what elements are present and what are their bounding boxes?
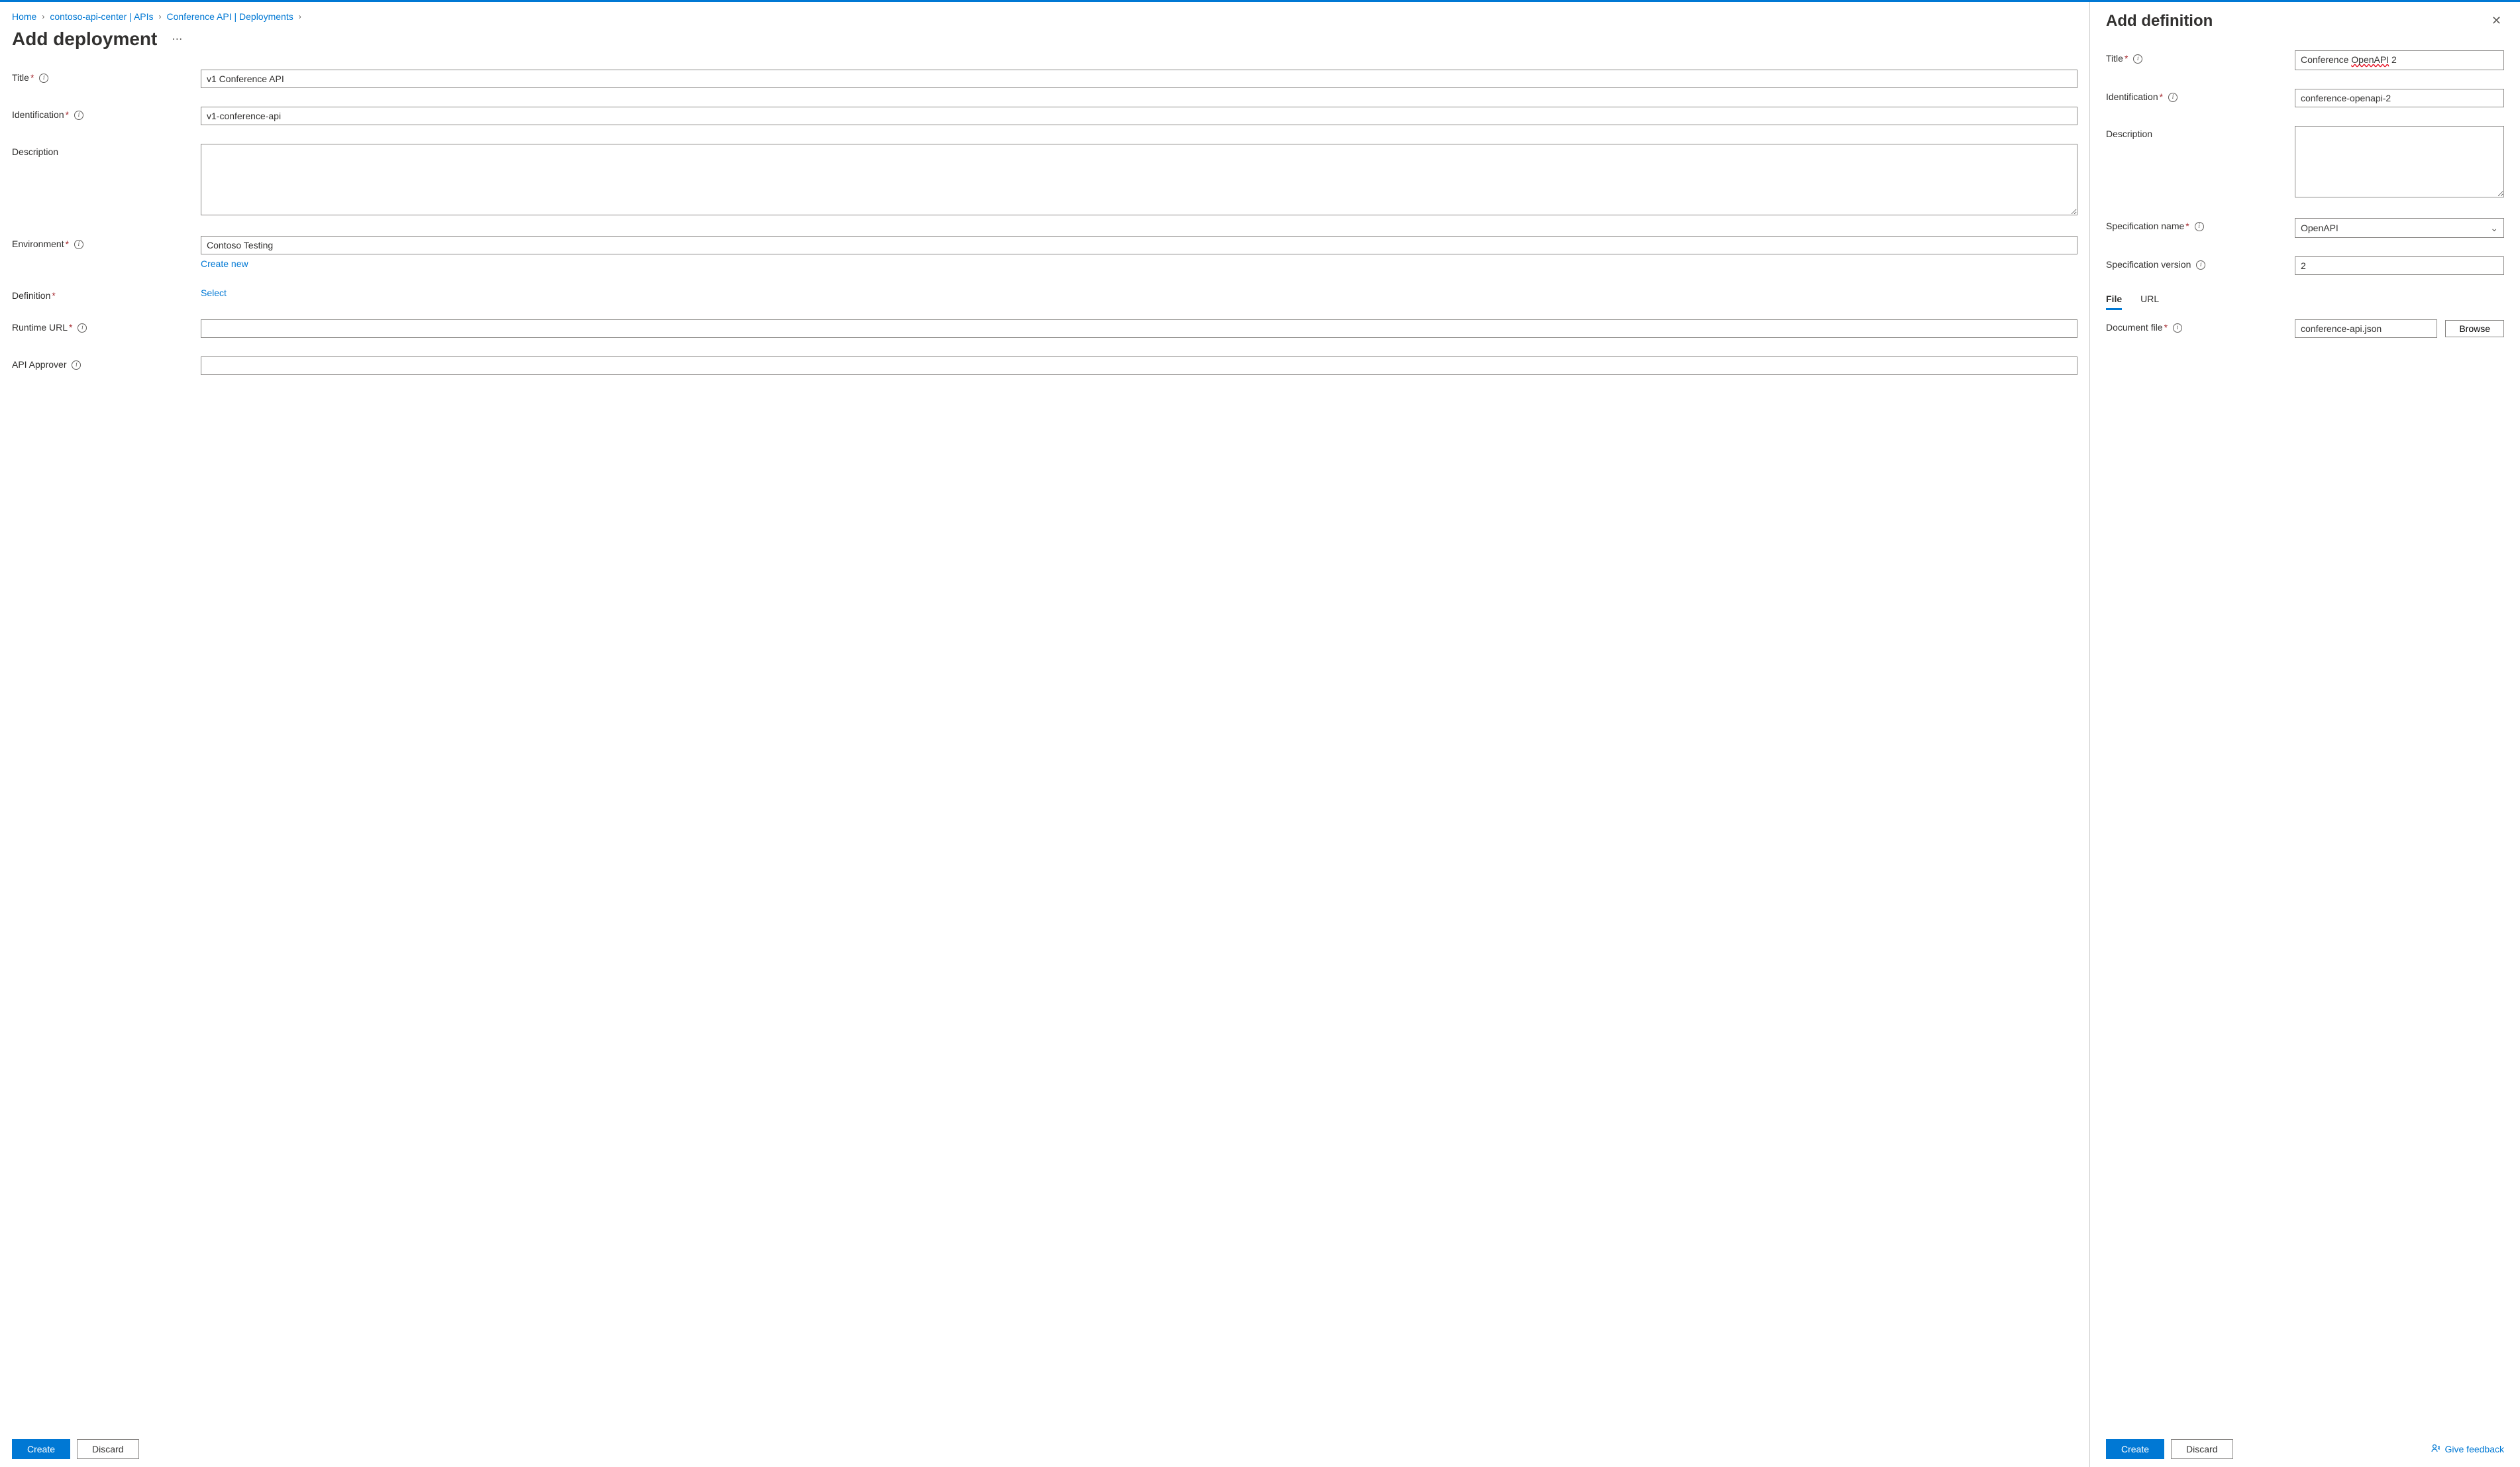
spec-name-select[interactable]: OpenAPI ⌄ [2295,218,2504,238]
breadcrumb: Home › contoso-api-center | APIs › Confe… [12,11,2077,22]
add-definition-panel: Add definition ✕ Title* i Conference Ope… [2089,2,2520,1467]
info-icon[interactable]: i [74,240,83,249]
info-icon[interactable]: i [72,360,81,370]
environment-label: Environment* i [12,236,201,249]
file-url-tabs: File URL [2106,294,2504,310]
chevron-down-icon: ⌄ [2490,223,2498,234]
api-approver-label: API Approver i [12,356,201,370]
info-icon[interactable]: i [2133,54,2142,64]
info-icon[interactable]: i [2196,260,2205,270]
info-icon[interactable]: i [39,74,48,83]
browse-button[interactable]: Browse [2445,320,2504,337]
feedback-icon [2431,1443,2441,1456]
chevron-right-icon: › [42,12,44,21]
document-file-label: Document file* i [2106,319,2295,333]
panel-description-textarea[interactable] [2295,126,2504,197]
api-approver-input[interactable] [201,356,2077,375]
spec-name-label: Specification name* i [2106,218,2295,231]
definition-label: Definition* [12,288,201,301]
breadcrumb-api-center[interactable]: contoso-api-center | APIs [50,11,153,22]
breadcrumb-deployments[interactable]: Conference API | Deployments [167,11,293,22]
discard-button[interactable]: Discard [77,1439,138,1459]
title-label: Title* i [12,70,201,83]
panel-identification-label: Identification* i [2106,89,2295,102]
close-icon[interactable]: ✕ [2489,11,2504,30]
description-label: Description [12,144,201,157]
panel-title-label: Title* i [2106,50,2295,64]
page-title: Add deployment [12,28,157,50]
breadcrumb-home[interactable]: Home [12,11,36,22]
panel-discard-button[interactable]: Discard [2171,1439,2232,1459]
chevron-right-icon: › [159,12,162,21]
panel-title: Add definition [2106,12,2213,30]
create-button[interactable]: Create [12,1439,70,1459]
main-panel: Home › contoso-api-center | APIs › Confe… [0,2,2089,1467]
identification-label: Identification* i [12,107,201,120]
info-icon[interactable]: i [2173,323,2182,333]
panel-title-input[interactable]: Conference OpenAPI 2 [2295,50,2504,70]
info-icon[interactable]: i [78,323,87,333]
tab-file[interactable]: File [2106,294,2122,310]
panel-description-label: Description [2106,126,2295,139]
environment-input[interactable] [201,236,2077,254]
give-feedback-link[interactable]: Give feedback [2431,1443,2505,1456]
info-icon[interactable]: i [2195,222,2204,231]
more-actions-button[interactable]: ⋯ [169,30,185,48]
panel-identification-input[interactable] [2295,89,2504,107]
chevron-right-icon: › [299,12,301,21]
document-file-input[interactable] [2295,319,2437,338]
panel-create-button[interactable]: Create [2106,1439,2164,1459]
description-textarea[interactable] [201,144,2077,215]
tab-url[interactable]: URL [2140,294,2159,310]
title-input[interactable] [201,70,2077,88]
info-icon[interactable]: i [2168,93,2178,102]
spec-version-input[interactable] [2295,256,2504,275]
create-new-environment-link[interactable]: Create new [201,258,248,269]
runtime-url-label: Runtime URL* i [12,319,201,333]
spec-version-label: Specification version i [2106,256,2295,270]
info-icon[interactable]: i [74,111,83,120]
identification-input[interactable] [201,107,2077,125]
runtime-url-input[interactable] [201,319,2077,338]
select-definition-link[interactable]: Select [201,288,227,298]
